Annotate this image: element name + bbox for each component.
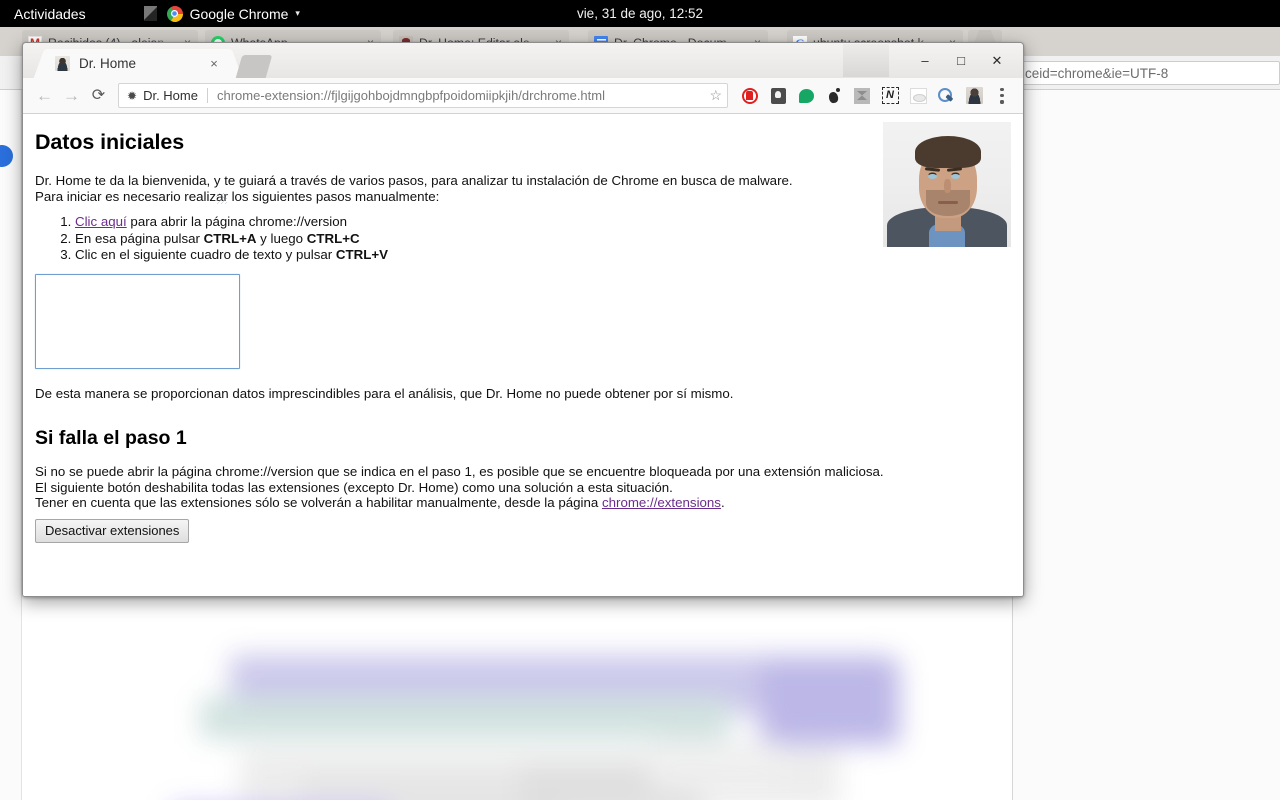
omnibox-divider bbox=[207, 88, 208, 103]
step-3-shortcut: CTRL+V bbox=[336, 247, 388, 262]
fallback-line-3-prefix: Tener en cuenta que las extensiones sólo… bbox=[35, 495, 602, 510]
fallback-line-3-suffix: . bbox=[721, 495, 725, 510]
step-3: Clic en el siguiente cuadro de texto y p… bbox=[75, 247, 1011, 263]
reload-button[interactable]: ⟳ bbox=[85, 82, 112, 109]
fallback-section: Si falla el paso 1 Si no se puede abrir … bbox=[35, 427, 1011, 543]
after-textarea-note: De esta manera se proporcionan datos imp… bbox=[35, 386, 1011, 402]
omnibox-url: chrome-extension://fjlgijgohbojdmngbpfpo… bbox=[217, 88, 703, 103]
back-arrow-icon: ← bbox=[36, 87, 53, 104]
tab-dr-home[interactable]: Dr. Home × bbox=[47, 49, 229, 78]
address-bar[interactable]: ✹ Dr. Home chrome-extension://fjlgijgohb… bbox=[118, 83, 728, 108]
magnifier-icon[interactable] bbox=[933, 83, 959, 109]
omnibox-extension-name: Dr. Home bbox=[143, 88, 198, 103]
tab-title: Dr. Home bbox=[79, 56, 207, 71]
forward-arrow-icon: → bbox=[63, 87, 80, 104]
step-2: En esa página pulsar CTRL+A y luego CTRL… bbox=[75, 231, 1011, 247]
paste-area-wrapper bbox=[35, 274, 1011, 374]
dr-house-portrait bbox=[883, 122, 1011, 247]
close-button[interactable]: ✕ bbox=[979, 43, 1015, 78]
bookmark-star-icon[interactable]: ☆ bbox=[709, 87, 722, 104]
puzzle-piece-icon: ✹ bbox=[127, 90, 137, 102]
adblock-icon[interactable] bbox=[737, 83, 763, 109]
intro-line-1: Dr. Home te da la bienvenida, y te guiar… bbox=[35, 173, 1011, 189]
gnome-top-bar: Actividades Google Chrome ▾ vie, 31 de a… bbox=[0, 0, 1280, 27]
background-right-panel bbox=[1012, 90, 1280, 800]
evernote-clipper-icon[interactable] bbox=[877, 83, 903, 109]
tab-strip: Dr. Home × – □ ✕ bbox=[23, 43, 1023, 78]
forward-button[interactable]: → bbox=[58, 82, 85, 109]
extension-tray bbox=[735, 83, 1015, 109]
maximize-button[interactable]: □ bbox=[943, 43, 979, 78]
step-2-prefix: En esa página pulsar bbox=[75, 231, 204, 246]
background-blurred-content bbox=[0, 645, 935, 800]
dr-home-extension-icon[interactable] bbox=[961, 83, 987, 109]
window-controls: – □ ✕ bbox=[843, 43, 1023, 78]
step-2-shortcut-1: CTRL+A bbox=[204, 231, 257, 246]
new-tab-button[interactable] bbox=[236, 55, 273, 78]
dr-house-avatar-icon bbox=[55, 56, 70, 71]
lightbulb-icon[interactable] bbox=[765, 83, 791, 109]
window-drag-handle[interactable] bbox=[843, 44, 889, 77]
green-bubble-icon[interactable] bbox=[793, 83, 819, 109]
desktop: Recibidos (4) - alejan × WhatsApp × Dr. … bbox=[0, 0, 1280, 800]
version-paste-textarea[interactable] bbox=[35, 274, 240, 369]
chrome-extensions-link[interactable]: chrome://extensions bbox=[602, 495, 721, 510]
step-2-mid: y luego bbox=[256, 231, 306, 246]
background-omnibox-url: ceid=chrome&ie=UTF-8 bbox=[1025, 66, 1168, 81]
minimize-button[interactable]: – bbox=[907, 43, 943, 78]
page-title: Datos iniciales bbox=[35, 130, 1011, 155]
back-button[interactable]: ← bbox=[31, 82, 58, 109]
clock[interactable]: vie, 31 de ago, 12:52 bbox=[0, 6, 1280, 21]
step-3-prefix: Clic en el siguiente cuadro de texto y p… bbox=[75, 247, 336, 262]
gnome-foot-icon[interactable] bbox=[821, 83, 847, 109]
extension-page: Datos iniciales Dr. Home te da la bienve… bbox=[23, 114, 1023, 597]
step-1: Clic aquí para abrir la página chrome://… bbox=[75, 214, 1011, 230]
step-1-text: para abrir la página chrome://version bbox=[127, 214, 347, 229]
white-oval-icon[interactable] bbox=[905, 83, 931, 109]
section-title: Si falla el paso 1 bbox=[35, 427, 1011, 450]
disable-extensions-button[interactable]: Desactivar extensiones bbox=[35, 519, 189, 543]
gray-square-icon[interactable] bbox=[849, 83, 875, 109]
browser-menu-button[interactable] bbox=[989, 83, 1015, 109]
close-icon[interactable]: × bbox=[207, 57, 221, 70]
chrome-window: Dr. Home × – □ ✕ ← → ⟳ ✹ Dr. Home chrome… bbox=[22, 42, 1024, 597]
intro-line-2: Para iniciar es necesario realizar los s… bbox=[35, 189, 1011, 205]
three-dots-icon bbox=[1000, 88, 1004, 104]
browser-toolbar: ← → ⟳ ✹ Dr. Home chrome-extension://fjlg… bbox=[23, 78, 1023, 114]
reload-icon: ⟳ bbox=[92, 88, 105, 104]
clic-aqui-link[interactable]: Clic aquí bbox=[75, 214, 127, 229]
background-omnibox[interactable]: ceid=chrome&ie=UTF-8 bbox=[1018, 61, 1280, 85]
fallback-line-2: El siguiente botón deshabilita todas las… bbox=[35, 480, 1011, 496]
step-2-shortcut-2: CTRL+C bbox=[307, 231, 360, 246]
fallback-line-1: Si no se puede abrir la página chrome://… bbox=[35, 464, 1011, 480]
steps-list: Clic aquí para abrir la página chrome://… bbox=[35, 214, 1011, 263]
fallback-line-3: Tener en cuenta que las extensiones sólo… bbox=[35, 495, 1011, 511]
